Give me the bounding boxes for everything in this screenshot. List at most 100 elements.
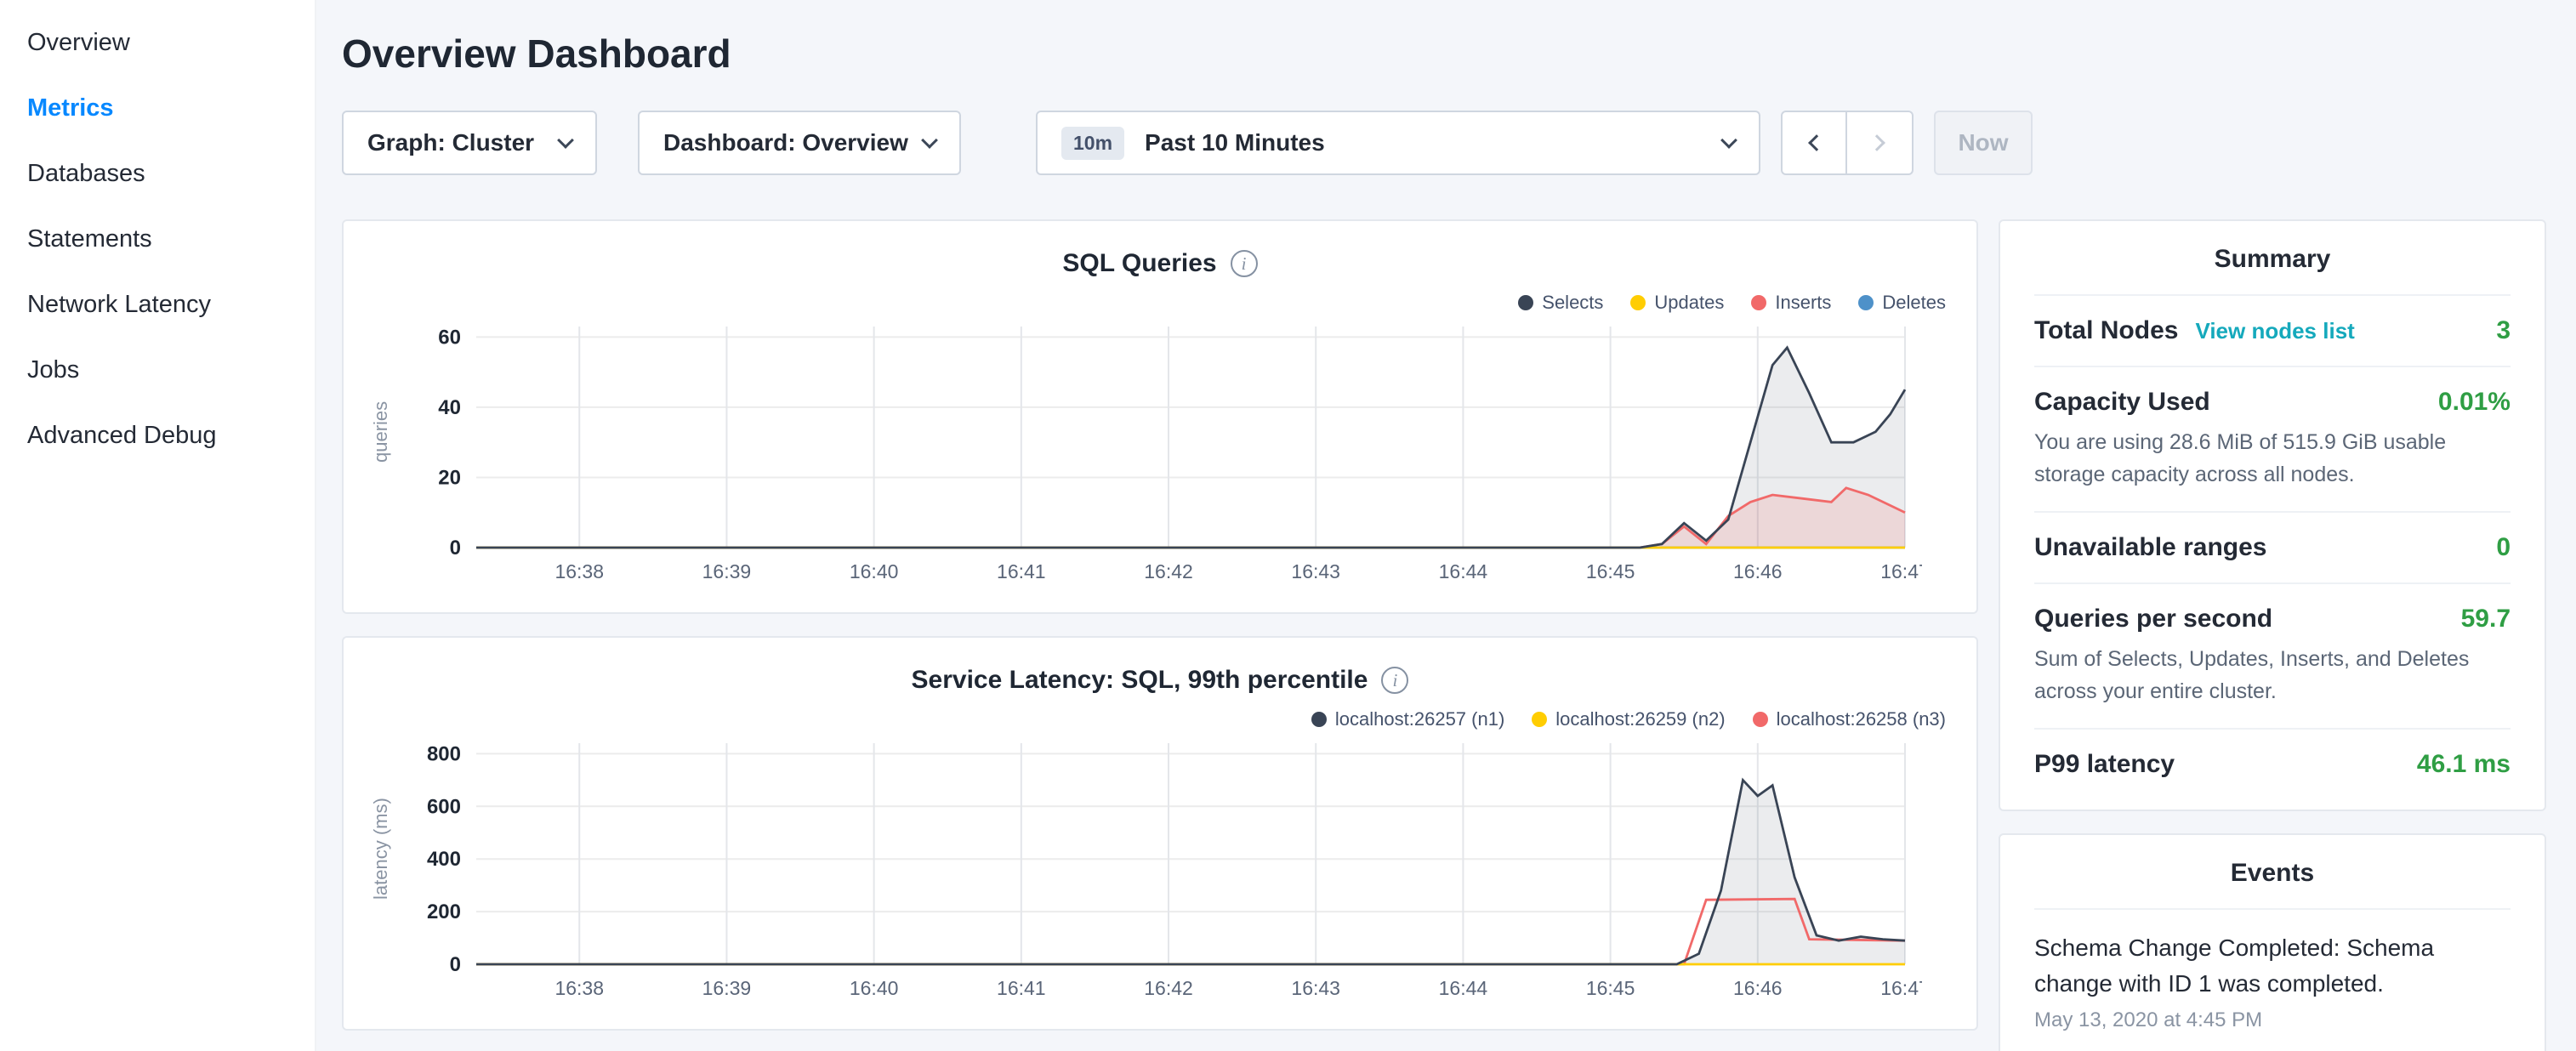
chevron-down-icon <box>557 132 574 149</box>
chevron-left-icon <box>1808 134 1825 151</box>
chevron-down-icon <box>921 132 938 149</box>
info-icon[interactable]: i <box>1231 250 1258 277</box>
svg-text:16:41: 16:41 <box>997 977 1046 999</box>
page-title: Overview Dashboard <box>342 31 2576 77</box>
chevron-right-icon <box>1868 134 1885 151</box>
events-card: Events Schema Change Completed: Schema c… <box>1999 833 2546 1051</box>
chart-title: Service Latency: SQL, 99th percentile <box>912 666 1368 695</box>
view-nodes-list-link[interactable]: View nodes list <box>2195 318 2354 344</box>
summary-row: Queries per second59.7Sum of Selects, Up… <box>2034 584 2511 730</box>
time-range-arrows <box>1781 111 1914 175</box>
svg-text:16:44: 16:44 <box>1439 977 1488 999</box>
graph-dropdown-text: Graph: Cluster <box>367 129 534 156</box>
sidebar-item-jobs[interactable]: Jobs <box>0 338 315 403</box>
series-dot-icon <box>1532 712 1547 727</box>
svg-text:16:42: 16:42 <box>1144 977 1193 999</box>
sidebar-item-advanced-debug[interactable]: Advanced Debug <box>0 403 315 469</box>
dashboard-dropdown-text: Dashboard: Overview <box>663 129 908 156</box>
series-dot-icon <box>1858 295 1874 310</box>
svg-text:16:45: 16:45 <box>1586 560 1635 582</box>
legend-label: localhost:26259 (n2) <box>1555 708 1725 730</box>
sidebar-item-metrics[interactable]: Metrics <box>0 76 315 141</box>
svg-text:0: 0 <box>450 537 461 560</box>
chart-body: latency (ms) 020040060080016:3816:3916:4… <box>367 733 1953 1022</box>
legend-label: localhost:26258 (n3) <box>1777 708 1946 730</box>
chart-title-row: Service Latency: SQL, 99th percentile i <box>367 662 1953 699</box>
svg-text:16:40: 16:40 <box>850 560 899 582</box>
chart-plot-area[interactable]: 020406016:3816:3916:4016:4116:4216:4316:… <box>395 316 1922 605</box>
summary-label: Unavailable ranges <box>2034 533 2266 562</box>
time-range-selector[interactable]: 10m Past 10 Minutes <box>1036 111 1760 175</box>
svg-text:16:40: 16:40 <box>850 977 899 999</box>
chart-legend: localhost:26257 (n1) localhost:26259 (n2)… <box>367 706 1946 733</box>
event-timestamp: May 13, 2020 at 4:45 PM <box>2034 1008 2511 1049</box>
svg-text:16:39: 16:39 <box>702 977 752 999</box>
svg-text:0: 0 <box>450 953 461 976</box>
legend-item-inserts[interactable]: Inserts <box>1751 292 1831 314</box>
series-dot-icon <box>1630 295 1646 310</box>
app-window: OverviewMetricsDatabasesStatementsNetwor… <box>0 0 2576 1051</box>
summary-subtext: You are using 28.6 MiB of 515.9 GiB usab… <box>2034 427 2511 491</box>
dashboard-dropdown-prefix: Dashboard: <box>663 129 796 156</box>
legend-item-localhost-26259-n2[interactable]: localhost:26259 (n2) <box>1532 708 1725 730</box>
summary-label: P99 latency <box>2034 750 2175 779</box>
series-dot-icon <box>1518 295 1533 310</box>
content-row: SQL Queries i Selects Updates Inserts Delet… <box>342 219 2576 1051</box>
chart-title-row: SQL Queries i <box>367 245 1953 282</box>
legend-item-localhost-26257-n1[interactable]: localhost:26257 (n1) <box>1311 708 1504 730</box>
svg-text:16:44: 16:44 <box>1439 560 1488 582</box>
chart-body: queries 020406016:3816:3916:4016:4116:42… <box>367 316 1953 605</box>
events-title: Events <box>2034 859 2511 910</box>
legend-item-deletes[interactable]: Deletes <box>1858 292 1946 314</box>
summary-subtext: Sum of Selects, Updates, Inserts, and De… <box>2034 644 2511 707</box>
time-range-badge: 10m <box>1061 127 1124 160</box>
sidebar-nav: OverviewMetricsDatabasesStatementsNetwor… <box>0 0 316 1051</box>
sidebar-item-network-latency[interactable]: Network Latency <box>0 272 315 338</box>
next-time-range-button <box>1847 111 1914 175</box>
dashboard-dropdown[interactable]: Dashboard: Overview <box>638 111 961 175</box>
graph-dropdown-prefix: Graph: <box>367 129 446 156</box>
now-button[interactable]: Now <box>1934 111 2033 175</box>
controls-bar: Graph: Cluster Dashboard: Overview 10m P… <box>342 111 2576 175</box>
graph-dropdown[interactable]: Graph: Cluster <box>342 111 597 175</box>
chart-title: SQL Queries <box>1062 249 1216 278</box>
time-range-label: Past 10 Minutes <box>1145 129 1325 156</box>
svg-text:16:45: 16:45 <box>1586 977 1635 999</box>
svg-text:16:39: 16:39 <box>702 560 752 582</box>
series-dot-icon <box>1753 712 1768 727</box>
charts-column: SQL Queries i Selects Updates Inserts Delet… <box>342 219 1978 1031</box>
summary-row: Unavailable ranges0 <box>2034 513 2511 584</box>
legend-item-selects[interactable]: Selects <box>1518 292 1603 314</box>
svg-text:16:38: 16:38 <box>554 560 604 582</box>
sidebar-item-statements[interactable]: Statements <box>0 207 315 272</box>
sidebar-item-overview[interactable]: Overview <box>0 10 315 76</box>
summary-card: Summary Total NodesView nodes list3Capac… <box>1999 219 2546 811</box>
summary-value: 46.1 ms <box>2417 750 2511 779</box>
summary-value: 59.7 <box>2461 605 2511 633</box>
summary-rows: Total NodesView nodes list3 Capacity Used… <box>2034 296 2511 799</box>
svg-text:400: 400 <box>427 848 461 871</box>
svg-text:16:47: 16:47 <box>1880 977 1922 999</box>
legend-label: Selects <box>1542 292 1603 314</box>
legend-item-updates[interactable]: Updates <box>1630 292 1724 314</box>
sidebar-item-databases[interactable]: Databases <box>0 141 315 207</box>
chart-legend: Selects Updates Inserts Deletes <box>367 289 1946 316</box>
events-list: Schema Change Completed: Schema change w… <box>2034 930 2511 1049</box>
legend-item-localhost-26258-n3[interactable]: localhost:26258 (n3) <box>1753 708 1946 730</box>
svg-text:600: 600 <box>427 795 461 818</box>
legend-label: Deletes <box>1882 292 1946 314</box>
svg-text:16:46: 16:46 <box>1733 560 1783 582</box>
chart-plot-area[interactable]: 020040060080016:3816:3916:4016:4116:4216… <box>395 733 1922 1022</box>
prev-time-range-button[interactable] <box>1781 111 1847 175</box>
summary-label: Capacity Used <box>2034 388 2210 417</box>
right-column: Summary Total NodesView nodes list3Capac… <box>1999 219 2546 1051</box>
summary-row: Total NodesView nodes list3 <box>2034 296 2511 367</box>
svg-text:40: 40 <box>438 396 461 419</box>
info-icon[interactable]: i <box>1381 667 1408 694</box>
svg-text:16:38: 16:38 <box>554 977 604 999</box>
svg-text:20: 20 <box>438 466 461 489</box>
svg-text:16:47: 16:47 <box>1880 560 1922 582</box>
legend-label: Inserts <box>1775 292 1831 314</box>
svg-text:16:43: 16:43 <box>1291 560 1340 582</box>
svg-text:16:41: 16:41 <box>997 560 1046 582</box>
